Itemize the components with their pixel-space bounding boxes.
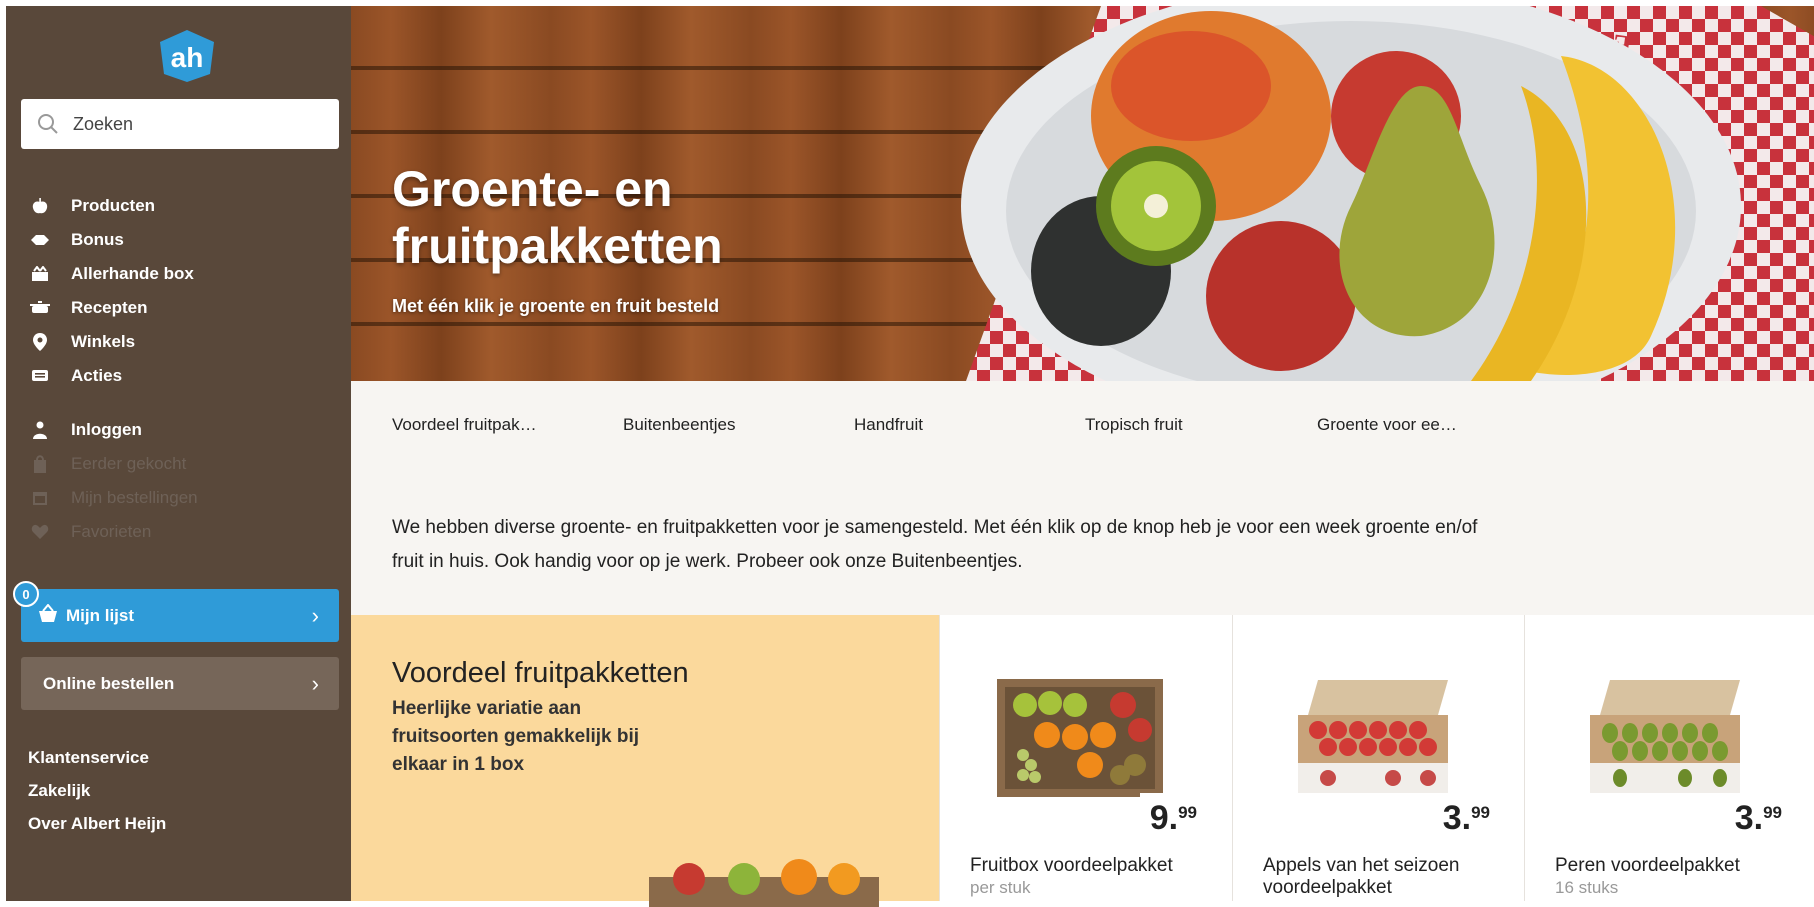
nav-item-eerder-gekocht[interactable]: Eerder gekocht [30, 447, 330, 481]
chevron-right-icon: › [311, 602, 319, 628]
product-name: Appels van het seizoen voordeelpakket [1263, 855, 1460, 898]
product-price: 3.99 [1724, 793, 1786, 838]
nav-item-bonus[interactable]: Bonus [30, 223, 330, 257]
fruit-bowl-image: ELIAS [961, 6, 1814, 381]
my-list-label: Mijn lijst [66, 605, 134, 625]
product-price: 9.99 [1139, 793, 1201, 838]
nav-label: Eerder gekocht [71, 454, 187, 473]
nav-item-favorieten[interactable]: Favorieten [30, 515, 330, 549]
fruit-box-image [649, 859, 879, 907]
nav-item-allerhande-box[interactable]: Allerhande box [30, 257, 330, 291]
nav-item-acties[interactable]: Acties [30, 359, 330, 393]
location-pin-icon [30, 332, 50, 352]
product-image [997, 679, 1163, 797]
search-placeholder: Zoeken [73, 113, 134, 134]
product-price: 3.99 [1432, 793, 1494, 838]
link-klantenservice[interactable]: Klantenservice [28, 748, 166, 781]
my-list-button[interactable]: 0 Mijn lijst › [13, 581, 339, 642]
tab-handfruit[interactable]: Handfruit [854, 415, 923, 435]
hero-subtitle: Met één klik je groente en fruit besteld [392, 296, 720, 316]
product-image [1590, 680, 1740, 793]
nav-item-winkels[interactable]: Winkels [30, 325, 330, 359]
nav-label: Bonus [71, 230, 124, 249]
tab-buitenbeentjes[interactable]: Buitenbeentjes [623, 415, 735, 435]
heart-icon [30, 522, 50, 542]
hero-title: Groente- en fruitpakketten [392, 161, 723, 274]
main-navigation: Producten Bonus Allerhande box Recepten … [30, 189, 330, 549]
chevron-right-icon: › [311, 670, 319, 696]
nav-label: Favorieten [71, 522, 152, 541]
search-input[interactable]: Zoeken [21, 99, 339, 149]
hero-banner: ELIAS Groente- en fruitpakketten Met één… [351, 6, 1814, 381]
tab-tropisch-fruit[interactable]: Tropisch fruit [1085, 415, 1183, 435]
bonus-icon [30, 230, 50, 250]
albert-heijn-logo[interactable]: ah [156, 28, 218, 84]
calendar-icon [30, 488, 50, 508]
link-over-albert-heijn[interactable]: Over Albert Heijn [28, 814, 166, 847]
sidebar: ah Zoeken Producten Bonus Allerhande box… [6, 6, 351, 901]
product-unit: per stuk [970, 878, 1031, 897]
online-order-button[interactable]: Online bestellen › [21, 657, 339, 710]
tab-voordeel-fruitpakketten[interactable]: Voordeel fruitpak… [392, 415, 537, 435]
nav-item-mijn-bestellingen[interactable]: Mijn bestellingen [30, 481, 330, 515]
intro-section: We hebben diverse groente- en fruitpakke… [351, 471, 1814, 615]
intro-text: We hebben diverse groente- en fruitpakke… [392, 517, 1478, 572]
product-name: Peren voordeelpakket 16 stuks [1555, 855, 1795, 899]
product-card[interactable]: 3.99 Peren voordeelpakket 16 stuks [1524, 615, 1814, 901]
box-icon [30, 264, 50, 284]
category-tabs: Voordeel fruitpak… Buitenbeentjes Handfr… [351, 381, 1814, 471]
product-unit: 16 stuks [1555, 878, 1619, 897]
svg-text:ah: ah [171, 42, 204, 73]
user-icon [30, 420, 50, 440]
basket-icon [39, 604, 57, 622]
nav-item-recepten[interactable]: Recepten [30, 291, 330, 325]
nav-label: Acties [71, 366, 123, 385]
promo-block[interactable]: Voordeel fruitpakketten Heerlijke variat… [351, 615, 939, 907]
product-image [1298, 680, 1448, 793]
ticket-icon [30, 366, 50, 386]
product-card[interactable]: 9.99 Fruitbox voordeelpakket per stuk [939, 615, 1231, 901]
apple-icon [30, 196, 50, 216]
promo-title: Voordeel fruitpakketten [392, 657, 689, 689]
bag-icon [30, 454, 50, 474]
nav-item-producten[interactable]: Producten [30, 189, 330, 223]
product-name: Fruitbox voordeelpakket per stuk [970, 855, 1210, 899]
link-zakelijk[interactable]: Zakelijk [28, 781, 166, 814]
nav-label: Producten [71, 196, 156, 215]
nav-label: Recepten [71, 298, 148, 317]
nav-label: Mijn bestellingen [71, 488, 198, 507]
nav-label: Inloggen [71, 420, 142, 439]
list-count-badge: 0 [13, 581, 39, 607]
promo-text: Heerlijke variatie aan fruitsoorten gema… [392, 698, 640, 775]
nav-label: Allerhande box [71, 264, 194, 283]
footer-links: Klantenservice Zakelijk Over Albert Heij… [28, 748, 166, 847]
search-icon [38, 114, 58, 134]
nav-label: Winkels [71, 332, 136, 351]
tab-groente-voor-een-week[interactable]: Groente voor ee… [1317, 415, 1457, 435]
nav-item-inloggen[interactable]: Inloggen [30, 413, 330, 447]
online-order-label: Online bestellen [43, 673, 175, 693]
pan-icon [30, 298, 50, 318]
product-card[interactable]: 3.99 Appels van het seizoen voordeelpakk… [1232, 615, 1524, 901]
